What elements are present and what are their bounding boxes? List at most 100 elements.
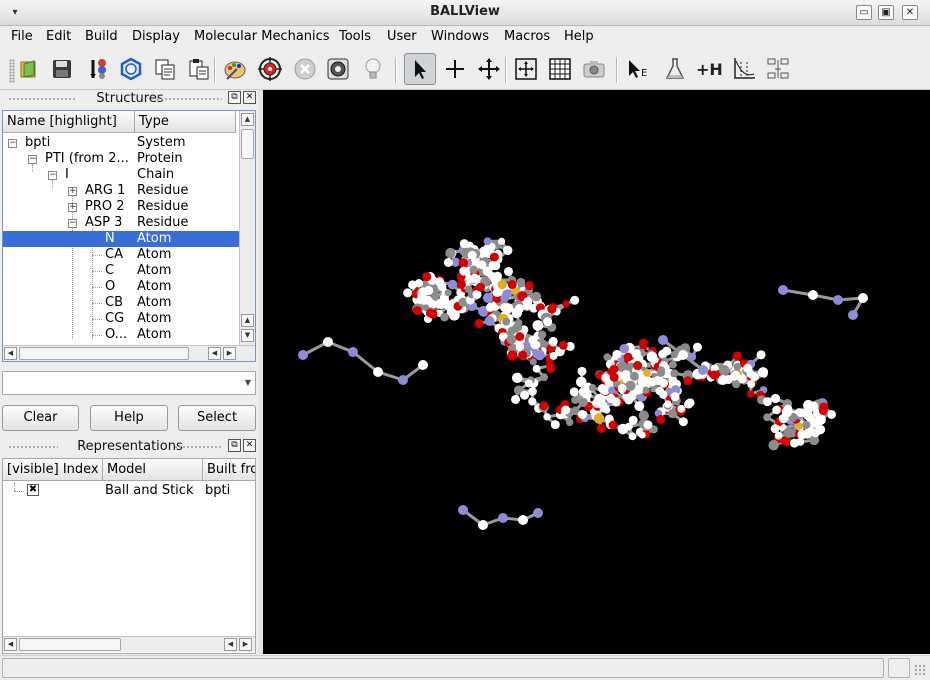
atom[interactable] xyxy=(732,351,742,361)
atom[interactable] xyxy=(503,266,513,276)
tree-row-selected[interactable]: N Atom xyxy=(3,231,239,247)
representations-horizontal-scrollbar[interactable]: ◀ ◀ ▶ xyxy=(3,636,255,652)
ring-icon[interactable] xyxy=(116,54,146,84)
scroll-left-button[interactable]: ◀ xyxy=(4,347,17,360)
add-hydrogens-icon[interactable]: +H xyxy=(693,54,727,84)
atom[interactable] xyxy=(628,415,638,425)
atom[interactable] xyxy=(571,395,580,405)
open-icon[interactable] xyxy=(14,54,44,84)
atom[interactable] xyxy=(470,273,480,283)
atom[interactable] xyxy=(445,247,456,259)
menu-user[interactable]: User xyxy=(387,29,417,44)
atom[interactable] xyxy=(489,252,499,262)
atom[interactable] xyxy=(482,292,494,304)
structures-horizontal-scrollbar[interactable]: ◀ ◀ ▶ xyxy=(3,345,255,361)
structures-dock-title[interactable]: Structures ⧉ ✕ xyxy=(2,91,258,107)
atom[interactable] xyxy=(597,384,607,394)
copy-icon[interactable] xyxy=(150,54,180,84)
atom[interactable] xyxy=(737,374,747,384)
molecule-icon[interactable] xyxy=(82,54,112,84)
atom[interactable] xyxy=(497,237,506,246)
help-button[interactable]: Help xyxy=(90,405,168,431)
atom[interactable] xyxy=(733,362,742,371)
atom[interactable] xyxy=(478,520,488,530)
atom[interactable] xyxy=(440,312,449,322)
atom[interactable] xyxy=(643,369,651,377)
structures-vertical-scrollbar[interactable]: ▲ ▲ ▼ xyxy=(239,111,255,345)
atom[interactable] xyxy=(414,279,424,288)
atom[interactable] xyxy=(709,370,719,380)
atom[interactable] xyxy=(625,380,636,391)
atom[interactable] xyxy=(532,364,541,373)
atom[interactable] xyxy=(398,375,408,385)
save-icon[interactable] xyxy=(47,54,77,84)
atom[interactable] xyxy=(417,292,427,302)
atom[interactable] xyxy=(657,366,665,374)
grid-icon[interactable] xyxy=(545,54,575,84)
atom[interactable] xyxy=(763,413,771,422)
clear-button[interactable]: Clear xyxy=(2,405,79,431)
atom[interactable] xyxy=(543,413,551,421)
atom[interactable] xyxy=(608,386,616,395)
atom[interactable] xyxy=(534,349,545,361)
scroll-right-button[interactable]: ▶ xyxy=(239,638,252,651)
atom[interactable] xyxy=(656,414,666,424)
atom[interactable] xyxy=(298,350,308,360)
atom[interactable] xyxy=(670,392,680,402)
atom[interactable] xyxy=(670,350,679,359)
atom[interactable] xyxy=(578,387,589,397)
atom[interactable] xyxy=(638,431,646,439)
atom[interactable] xyxy=(458,258,469,268)
molecule-rendering[interactable] xyxy=(263,90,930,654)
atom[interactable] xyxy=(647,377,657,387)
atom[interactable] xyxy=(770,393,781,404)
atom[interactable] xyxy=(658,335,668,345)
atom[interactable] xyxy=(540,373,549,382)
atom[interactable] xyxy=(520,390,530,400)
atom[interactable] xyxy=(797,429,808,440)
atom[interactable] xyxy=(683,376,693,386)
atom[interactable] xyxy=(475,282,485,292)
atom[interactable] xyxy=(469,265,478,274)
atom[interactable] xyxy=(685,398,695,408)
measure-icon[interactable] xyxy=(763,54,793,84)
column-header-visible-index[interactable]: [visible] Index xyxy=(3,459,103,481)
atom[interactable] xyxy=(458,505,468,515)
atom[interactable] xyxy=(768,439,779,451)
atom[interactable] xyxy=(511,394,521,404)
atom[interactable] xyxy=(561,405,571,415)
representation-row[interactable]: Ball and Stick bpti xyxy=(3,483,255,499)
atom[interactable] xyxy=(762,397,772,407)
atom[interactable] xyxy=(718,375,728,385)
atom[interactable] xyxy=(507,326,516,335)
scroll-left-button[interactable]: ◀ xyxy=(208,347,221,360)
tree-row[interactable]: + PRO 2 Residue xyxy=(3,199,239,215)
atom[interactable] xyxy=(507,280,517,290)
tree-row[interactable]: C Atom xyxy=(3,263,239,279)
atom[interactable] xyxy=(485,302,495,312)
atom[interactable] xyxy=(588,384,597,392)
representations-list[interactable]: [visible] Index Model Built fro Ball and… xyxy=(2,458,256,654)
atom[interactable] xyxy=(603,406,611,414)
atom[interactable] xyxy=(596,423,606,433)
atom[interactable] xyxy=(437,281,447,291)
atom[interactable] xyxy=(669,360,677,369)
atom[interactable] xyxy=(488,261,498,271)
atom[interactable] xyxy=(467,250,477,260)
collapse-toggle[interactable]: − xyxy=(68,219,77,228)
select-element-icon[interactable]: E xyxy=(625,54,655,84)
tree-row[interactable]: O Atom xyxy=(3,279,239,295)
atom[interactable] xyxy=(743,363,753,373)
atom[interactable] xyxy=(464,285,473,293)
atom[interactable] xyxy=(667,408,678,419)
atom[interactable] xyxy=(524,379,533,388)
atom[interactable] xyxy=(796,408,806,418)
palette-icon[interactable] xyxy=(220,54,250,84)
atom[interactable] xyxy=(549,338,557,347)
atom[interactable] xyxy=(633,361,643,371)
atom[interactable] xyxy=(558,340,568,350)
atom[interactable] xyxy=(569,387,579,397)
target-icon[interactable] xyxy=(255,54,285,84)
atom[interactable] xyxy=(570,295,580,305)
atom[interactable] xyxy=(628,432,637,441)
